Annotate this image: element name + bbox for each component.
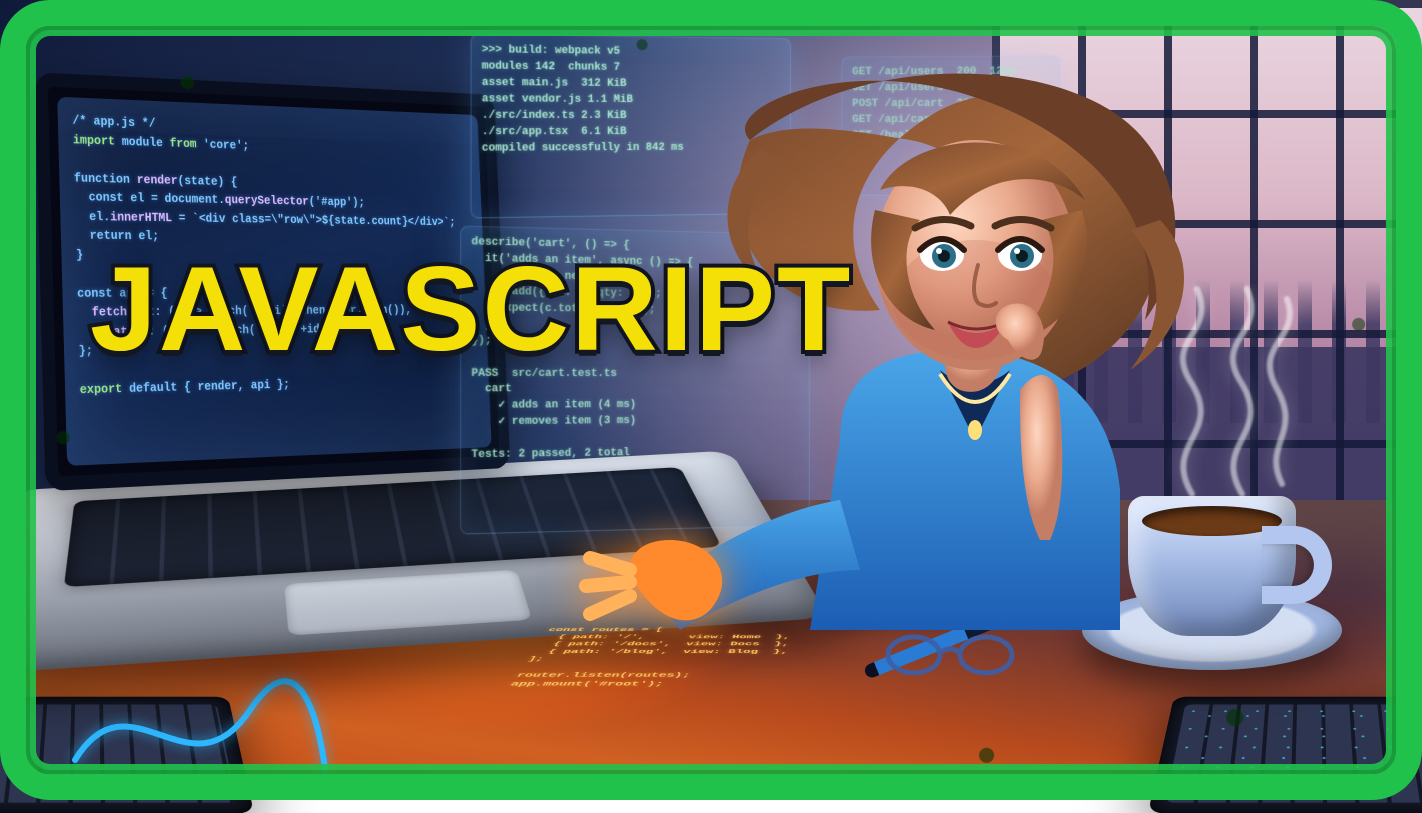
keyboard-right — [1148, 697, 1422, 813]
title-text: JAVASCRIPT — [90, 240, 852, 378]
